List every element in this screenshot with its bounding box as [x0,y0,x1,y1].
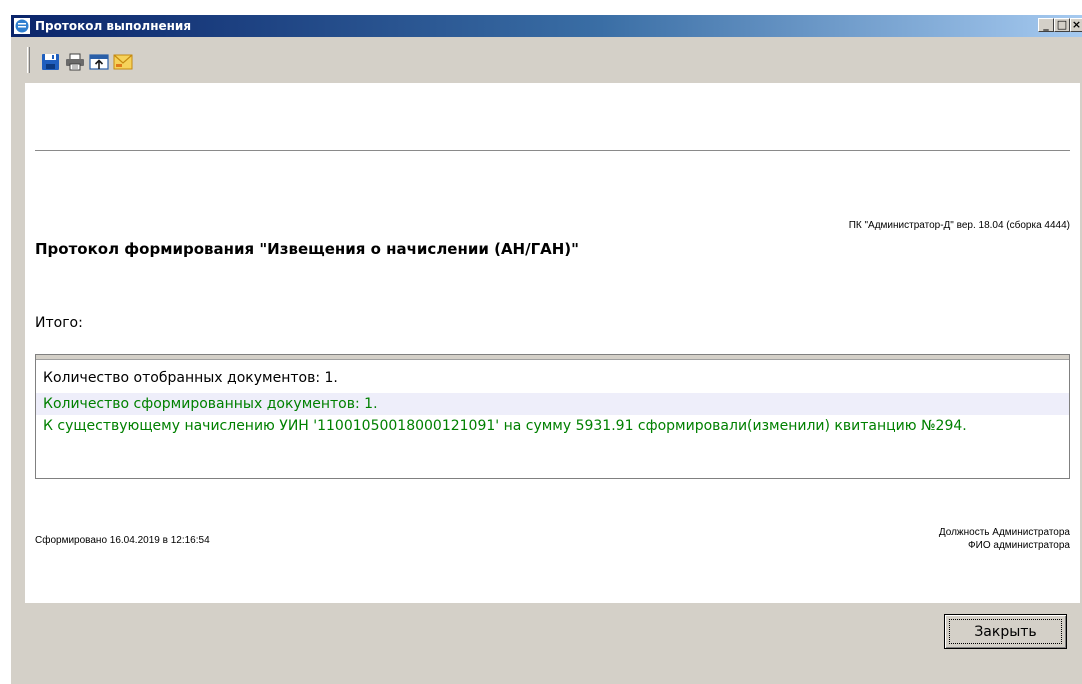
admin-name: ФИО администратора [968,540,1070,551]
list-item: К существующему начислению УИН '11001050… [43,418,967,434]
toolbar-grip[interactable] [27,47,30,73]
generated-timestamp: Сформировано 16.04.2019 в 12:16:54 [35,535,210,546]
email-icon[interactable] [113,53,133,71]
export-icon[interactable] [89,53,109,71]
close-button-label: Закрыть [974,623,1037,640]
minimize-button[interactable]: _ [1038,18,1054,32]
results-panel-header [36,355,1069,360]
results-panel: Количество отобранных документов: 1. Кол… [35,354,1070,479]
close-icon: × [1071,18,1082,31]
list-item: Количество отобранных документов: 1. [43,370,338,386]
report-page: ПК "Администратор-Д" вер. 18.04 (сборка … [25,83,1080,603]
report-window: Протокол выполнения _ □ × ПК "Администра… [10,14,1082,684]
window-title: Протокол выполнения [35,19,192,33]
version-label: ПК "Администратор-Д" вер. 18.04 (сборка … [848,220,1070,231]
report-title: Протокол формирования "Извещения о начис… [35,240,579,258]
save-icon[interactable] [41,53,61,71]
toolbar [11,37,1082,83]
close-button[interactable]: Закрыть [944,614,1067,649]
total-label: Итого: [35,315,83,331]
print-icon[interactable] [65,53,85,71]
minimize-icon: _ [1043,18,1049,31]
signature-block: Должность Администратора ФИО администрат… [939,526,1070,552]
admin-position: Должность Администратора [938,527,1070,538]
close-window-button[interactable]: × [1070,18,1082,32]
list-item: Количество сформированных документов: 1. [36,393,1069,415]
app-icon [14,18,30,34]
maximize-icon: □ [1056,18,1068,31]
title-bar[interactable]: Протокол выполнения _ □ × [11,15,1082,37]
maximize-button[interactable]: □ [1054,18,1070,32]
divider [35,150,1070,151]
